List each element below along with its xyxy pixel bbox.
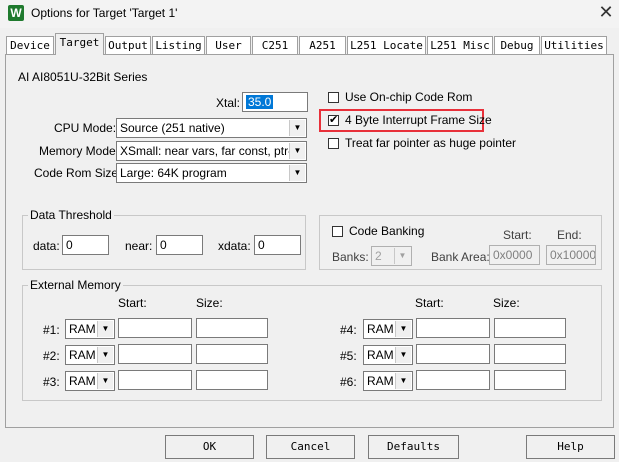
ext-type-select-6[interactable]: RAM ▼ [363,371,413,391]
tab-l251-misc[interactable]: L251 Misc [427,36,493,54]
tab-c251[interactable]: C251 [252,36,298,54]
data-input[interactable]: 0 [62,235,109,255]
xtal-label: Xtal: [216,96,241,110]
tab-a251[interactable]: A251 [299,36,346,54]
ext-size-label-right: Size: [493,296,520,310]
chevron-down-icon: ▼ [394,248,410,264]
ext-row-label-2: #2: [43,349,60,363]
tab-device[interactable]: Device [6,36,54,54]
interrupt-frame-label: 4 Byte Interrupt Frame Size [345,113,492,127]
tab-debug[interactable]: Debug [494,36,540,54]
memory-model-select[interactable]: XSmall: near vars, far const, ptr-4 ▼ [116,141,307,161]
bank-area-label: Bank Area: [431,250,490,264]
code-banking-checkbox[interactable] [332,226,343,237]
ext-row-label-5: #5: [340,349,357,363]
bank-start-label: Start: [503,228,532,242]
cpu-mode-select[interactable]: Source (251 native) ▼ [116,118,307,138]
ext-start-input-5[interactable] [416,344,490,364]
ext-row-label-1: #1: [43,323,60,337]
ext-size-input-5[interactable] [494,344,566,364]
tab-user[interactable]: User [206,36,251,54]
ext-start-label-left: Start: [118,296,147,310]
chevron-down-icon: ▼ [395,321,411,337]
ext-size-input-3[interactable] [196,370,268,390]
ext-type-select-5[interactable]: RAM ▼ [363,345,413,365]
ok-button[interactable]: OK [165,435,254,459]
defaults-button[interactable]: Defaults [368,435,459,459]
tab-target[interactable]: Target [55,33,104,55]
code-rom-size-select[interactable]: Large: 64K program ▼ [116,163,307,183]
bank-end-label: End: [557,228,582,242]
chevron-down-icon: ▼ [289,143,305,159]
ext-size-input-2[interactable] [196,344,268,364]
device-name: AI AI8051U-32Bit Series [18,70,148,84]
ext-type-select-3[interactable]: RAM ▼ [65,371,115,391]
ext-start-input-2[interactable] [118,344,192,364]
ext-start-input-1[interactable] [118,318,192,338]
close-icon[interactable]: ✕ [596,2,616,22]
data-threshold-title: Data Threshold [28,208,114,222]
ext-start-input-4[interactable] [416,318,490,338]
chevron-down-icon: ▼ [97,347,113,363]
banks-select[interactable]: 2 ▼ [371,246,412,266]
bank-start-input[interactable]: 0x0000 [489,245,540,265]
app-icon: W [8,5,24,21]
cancel-button[interactable]: Cancel [266,435,355,459]
ext-size-label-left: Size: [196,296,223,310]
cpu-mode-label: CPU Mode: [54,121,117,135]
banks-label: Banks: [332,250,369,264]
ext-type-select-4[interactable]: RAM ▼ [363,319,413,339]
ext-size-input-4[interactable] [494,318,566,338]
interrupt-frame-checkbox[interactable]: ✔ [328,115,339,126]
memory-model-label: Memory Model: [39,144,122,158]
code-rom-size-label: Code Rom Size: [34,166,122,180]
use-onchip-checkbox[interactable] [328,92,339,103]
chevron-down-icon: ▼ [289,165,305,181]
ext-row-label-3: #3: [43,375,60,389]
near-label: near: [125,239,153,253]
ext-row-label-6: #6: [340,375,357,389]
far-pointer-checkbox[interactable] [328,138,339,149]
help-button[interactable]: Help [526,435,615,459]
ext-type-select-2[interactable]: RAM ▼ [65,345,115,365]
tab-l251-locate[interactable]: L251 Locate [347,36,426,54]
use-onchip-label: Use On-chip Code Rom [345,90,473,104]
ext-start-input-3[interactable] [118,370,192,390]
far-pointer-label: Treat far pointer as huge pointer [345,136,516,150]
chevron-down-icon: ▼ [395,347,411,363]
window-title: Options for Target 'Target 1' [31,6,178,20]
ext-start-input-6[interactable] [416,370,490,390]
near-input[interactable]: 0 [156,235,203,255]
ext-size-input-1[interactable] [196,318,268,338]
tab-utilities[interactable]: Utilities [541,36,607,54]
tab-listing[interactable]: Listing [152,36,205,54]
chevron-down-icon: ▼ [97,373,113,389]
ext-size-input-6[interactable] [494,370,566,390]
xtal-input[interactable]: 35.0 [242,92,308,112]
tab-output[interactable]: Output [105,36,151,54]
xdata-input[interactable]: 0 [254,235,301,255]
chevron-down-icon: ▼ [395,373,411,389]
data-label: data: [33,239,60,253]
ext-type-select-1[interactable]: RAM ▼ [65,319,115,339]
code-banking-label: Code Banking [349,224,425,238]
bank-end-input[interactable]: 0x10000 [546,245,596,265]
ext-start-label-right: Start: [415,296,444,310]
chevron-down-icon: ▼ [289,120,305,136]
external-memory-title: External Memory [28,278,123,292]
xdata-label: xdata: [218,239,251,253]
ext-row-label-4: #4: [340,323,357,337]
chevron-down-icon: ▼ [97,321,113,337]
